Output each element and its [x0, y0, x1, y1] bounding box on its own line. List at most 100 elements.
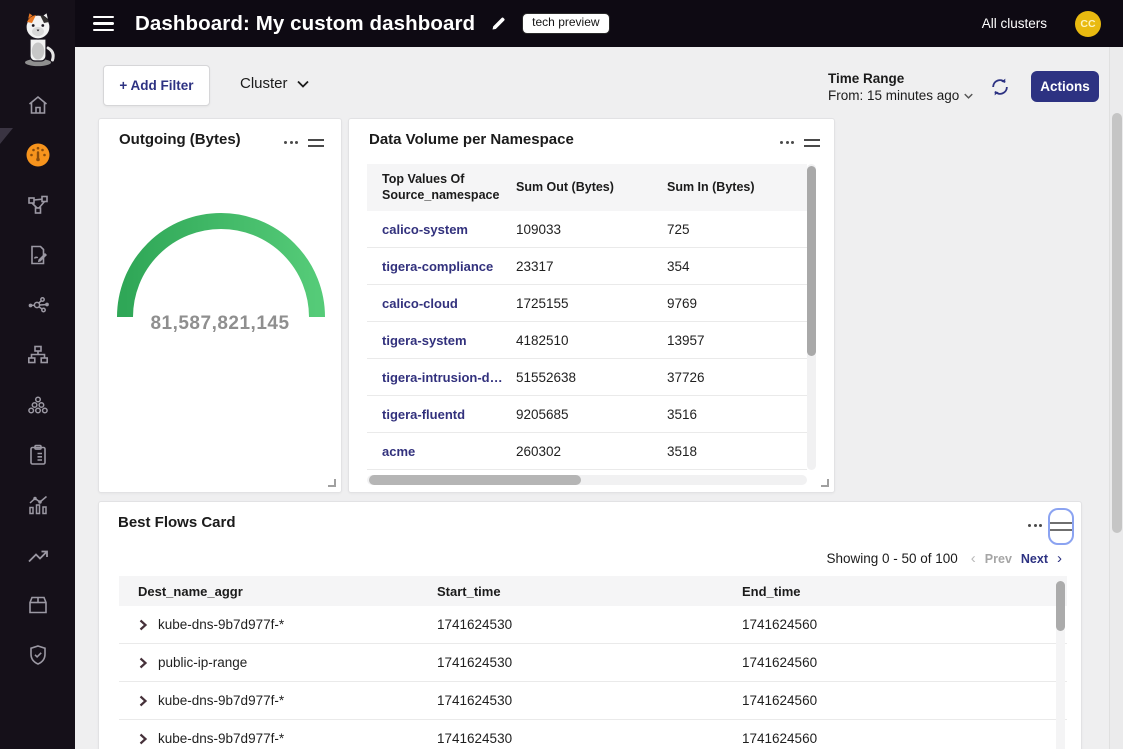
dest-name: kube-dns-9b7d977f-* — [158, 693, 284, 708]
sidebar-item-clusters[interactable] — [25, 392, 51, 418]
cluster-filter-label: Cluster — [240, 75, 288, 92]
clipboard-list-icon — [26, 443, 50, 467]
card-menu-button[interactable] — [284, 141, 298, 144]
table-row: tigera-compliance 23317 354 — [367, 248, 807, 285]
menu-toggle-button[interactable] — [93, 16, 114, 32]
chevron-down-icon — [964, 93, 973, 99]
network-hierarchy-icon — [26, 343, 50, 367]
card-menu-button[interactable] — [780, 141, 794, 144]
package-box-icon — [26, 593, 50, 617]
gauge-value: 81,587,821,145 — [99, 313, 341, 335]
best-flows-table: Dest_name_aggr Start_time End_time kube-… — [119, 576, 1067, 749]
chevron-left-icon[interactable]: ‹ — [971, 551, 976, 566]
sidebar-item-networks[interactable] — [25, 342, 51, 368]
expand-row-button[interactable] — [138, 657, 148, 669]
edit-dashboard-button[interactable] — [490, 15, 507, 32]
time-range-block: Time Range From: 15 minutes ago — [828, 71, 973, 103]
policy-document-icon — [26, 243, 50, 267]
calico-cat-logo[interactable] — [0, 6, 75, 72]
table-vertical-scrollbar[interactable] — [1056, 579, 1065, 749]
table-row: calico-system 109033 725 — [367, 211, 807, 248]
table-header-row: Top Values Of Source_namespace Sum Out (… — [367, 164, 807, 211]
cluster-filter-dropdown[interactable]: Cluster — [240, 75, 309, 92]
column-header: Dest_name_aggr — [138, 584, 437, 599]
card-title: Best Flows Card — [118, 514, 236, 531]
scrollbar-thumb[interactable] — [369, 475, 581, 485]
expand-row-button[interactable] — [138, 733, 148, 745]
sidebar-nav — [0, 92, 75, 668]
node-cluster-icon — [26, 393, 50, 417]
table-horizontal-scrollbar[interactable] — [367, 475, 807, 485]
calico-cat-logo-image — [17, 10, 59, 68]
time-range-dropdown[interactable]: From: 15 minutes ago — [828, 88, 973, 103]
expand-row-button[interactable] — [138, 695, 148, 707]
sidebar-item-analytics[interactable] — [25, 492, 51, 518]
next-page-button[interactable]: Next — [1021, 552, 1048, 566]
home-icon — [26, 93, 50, 117]
chevron-right-icon — [138, 733, 148, 745]
sidebar-item-packages[interactable] — [25, 592, 51, 618]
card-title: Data Volume per Namespace — [369, 131, 574, 148]
card-title: Outgoing (Bytes) — [119, 131, 241, 148]
sidebar-item-dashboards-active[interactable] — [25, 142, 51, 168]
table-row: kube-dns-9b7d977f-* 1741624530 174162456… — [119, 682, 1067, 720]
sidebar-item-policies[interactable] — [25, 242, 51, 268]
sidebar-item-security[interactable] — [25, 642, 51, 668]
card-drag-handle[interactable] — [308, 139, 324, 147]
table-row: kube-dns-9b7d977f-* 1741624530 174162456… — [119, 720, 1067, 749]
card-drag-handle-focused[interactable] — [1048, 508, 1074, 545]
page-title: Dashboard: My custom dashboard — [135, 12, 475, 36]
chevron-right-icon[interactable]: › — [1057, 551, 1062, 566]
data-volume-table: Top Values Of Source_namespace Sum Out (… — [367, 164, 807, 470]
page-scrollbar[interactable] — [1109, 47, 1123, 749]
sidebar-item-compliance[interactable] — [25, 442, 51, 468]
scrollbar-thumb[interactable] — [807, 166, 816, 356]
topbar: Dashboard: My custom dashboard tech prev… — [75, 0, 1123, 47]
shield-check-icon — [26, 643, 50, 667]
table-vertical-scrollbar[interactable] — [807, 164, 816, 470]
add-filter-button[interactable]: + Add Filter — [103, 65, 210, 106]
dashboard-content: + Add Filter Cluster Time Range From: 15… — [75, 47, 1123, 749]
pagination: Showing 0 - 50 of 100 ‹ Prev Next › — [826, 551, 1062, 566]
namespace-link[interactable]: tigera-intrusion-d… — [382, 370, 516, 385]
card-drag-handle[interactable] — [804, 139, 820, 147]
sidebar-item-home[interactable] — [25, 92, 51, 118]
outgoing-gauge-chart — [111, 199, 331, 319]
actions-button[interactable]: Actions — [1031, 71, 1099, 102]
column-header: Top Values Of Source_namespace — [382, 172, 516, 203]
namespace-link[interactable]: tigera-system — [382, 333, 516, 348]
tech-preview-badge: tech preview — [522, 13, 609, 34]
sidebar-item-service-graph[interactable] — [25, 292, 51, 318]
card-resize-grip[interactable] — [821, 479, 829, 487]
scrollbar-thumb[interactable] — [1056, 581, 1065, 631]
scrollbar-thumb[interactable] — [1112, 113, 1122, 533]
expand-row-button[interactable] — [138, 619, 148, 631]
prev-page-button[interactable]: Prev — [985, 552, 1012, 566]
service-graph-icon — [26, 293, 50, 317]
namespace-link[interactable]: calico-system — [382, 222, 516, 237]
table-row: tigera-intrusion-d… 51552638 37726 — [367, 359, 807, 396]
sidebar-item-trends[interactable] — [25, 542, 51, 568]
card-menu-button[interactable] — [1028, 524, 1042, 527]
sidebar-item-flow-visualizations[interactable] — [25, 192, 51, 218]
namespace-link[interactable]: tigera-compliance — [382, 259, 516, 274]
table-row: tigera-system 4182510 13957 — [367, 322, 807, 359]
refresh-icon — [989, 76, 1011, 98]
namespace-link[interactable]: calico-cloud — [382, 296, 516, 311]
namespace-link[interactable]: tigera-fluentd — [382, 407, 516, 422]
table-header-row: Dest_name_aggr Start_time End_time — [119, 576, 1067, 606]
namespace-link[interactable]: acme — [382, 444, 516, 459]
user-avatar[interactable]: CC — [1075, 11, 1101, 37]
pencil-icon — [490, 15, 507, 32]
cluster-selector[interactable]: All clusters — [982, 16, 1047, 31]
table-row: calico-cloud 1725155 9769 — [367, 285, 807, 322]
best-flows-card: Best Flows Card Showing 0 - 50 of 100 ‹ … — [98, 501, 1082, 749]
trend-arrow-icon — [26, 543, 50, 567]
refresh-button[interactable] — [989, 76, 1011, 98]
time-range-label: Time Range — [828, 71, 973, 86]
table-row: acme 260302 3518 — [367, 433, 807, 470]
dest-name: kube-dns-9b7d977f-* — [158, 617, 284, 632]
card-resize-grip[interactable] — [328, 479, 336, 487]
chevron-down-icon — [297, 80, 309, 88]
flow-diagram-icon — [26, 193, 50, 217]
